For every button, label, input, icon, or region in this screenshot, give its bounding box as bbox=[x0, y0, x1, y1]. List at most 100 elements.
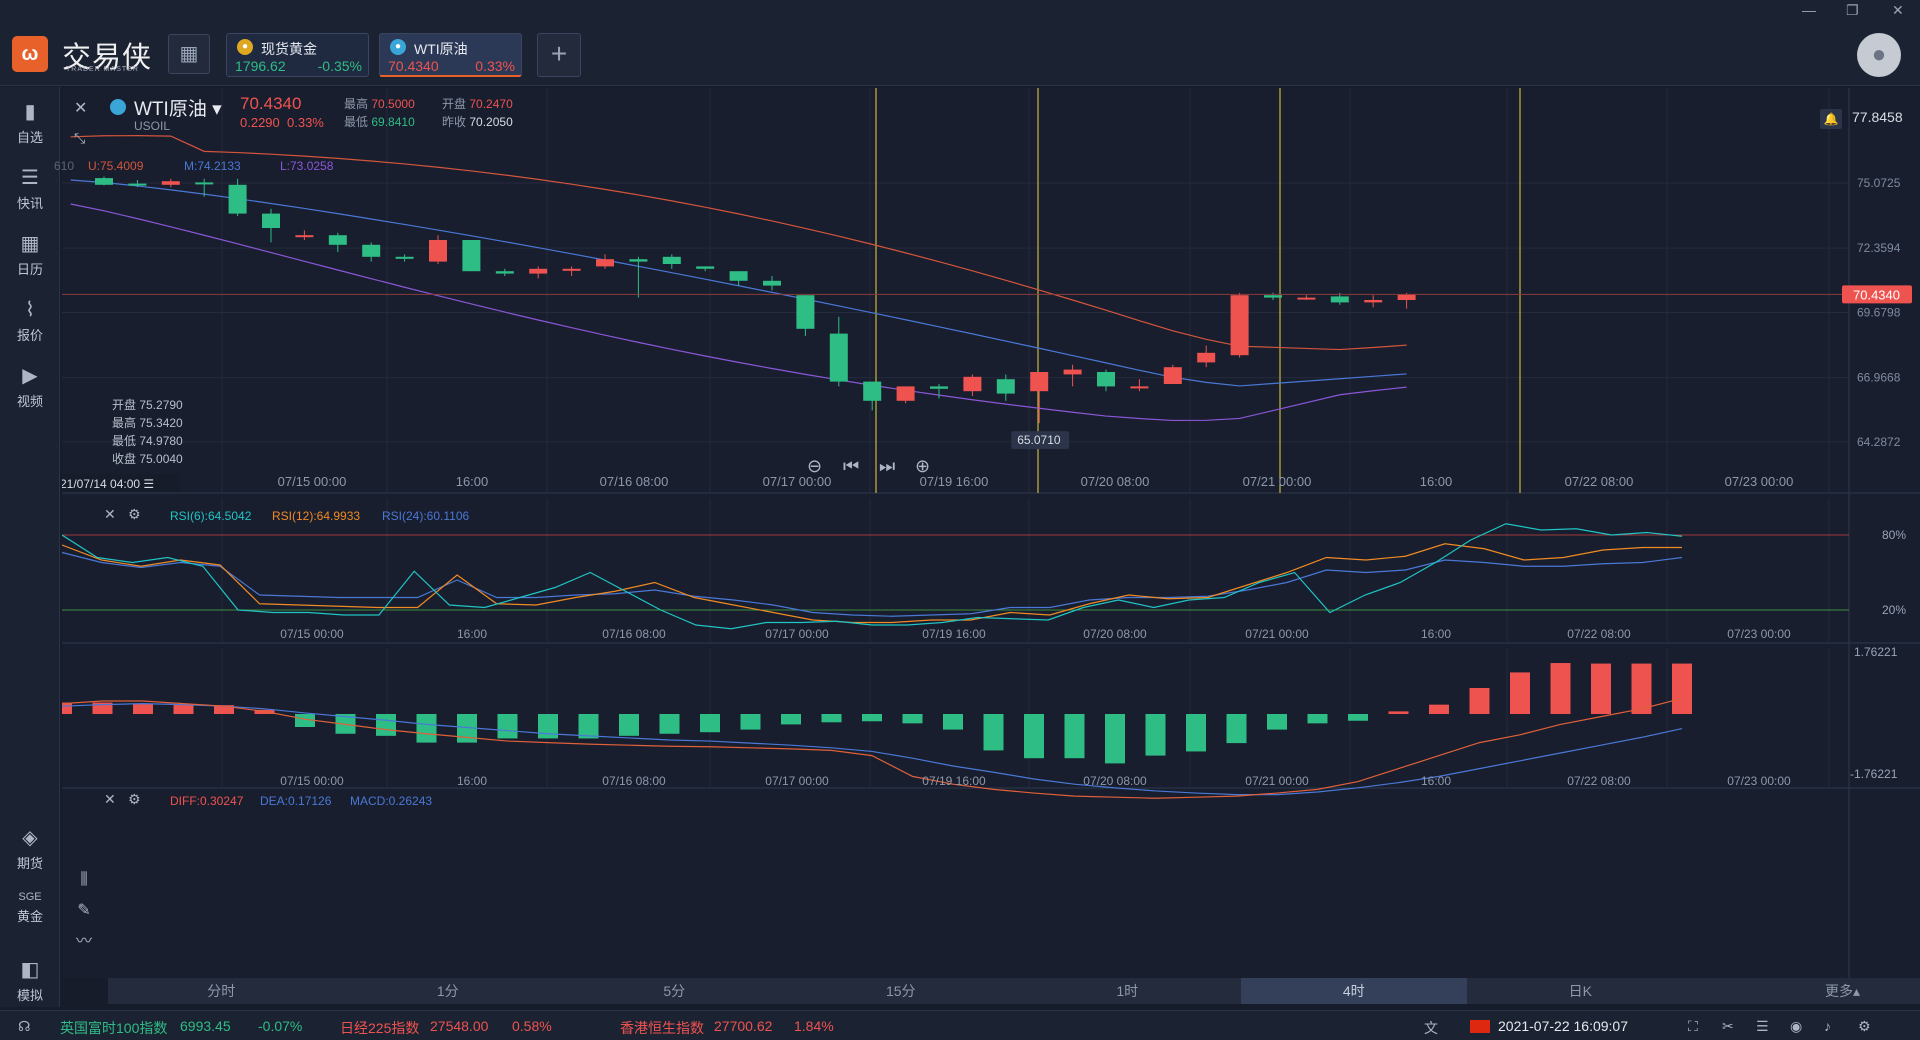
candle-body bbox=[161, 181, 180, 185]
chart-area: 75.0725 72.3594 69.6798 66.9668 64.2872 70.43… bbox=[54, 88, 1920, 1004]
sidebar-item-gold[interactable]: SGE 黄金 bbox=[0, 891, 60, 925]
sidebar-item-futures[interactable]: ◈ 期货 bbox=[0, 825, 60, 872]
macd-bar bbox=[740, 714, 761, 730]
candle-body bbox=[495, 271, 514, 274]
oil-icon: ● bbox=[390, 39, 406, 55]
gold-icon: SGE bbox=[18, 891, 42, 903]
sidebar-item-video[interactable]: ▶ 视频 bbox=[0, 363, 60, 410]
instrument-code: USOIL bbox=[134, 119, 171, 133]
skip-back-icon[interactable]: ⏮ bbox=[843, 456, 859, 477]
macd-time-label: 07/22 08:00 bbox=[1567, 774, 1631, 788]
macd-bar bbox=[1145, 714, 1166, 756]
wave-tool-icon[interactable]: 〰 bbox=[72, 930, 96, 954]
sidebar-item-simulate[interactable]: ◧ 模拟 bbox=[0, 957, 60, 1004]
sidebar-item-calendar[interactable]: ▦ 日历 bbox=[0, 231, 60, 278]
period-tab[interactable]: 15分 bbox=[788, 978, 1015, 1004]
ticker-ftse-price: 6993.45 bbox=[180, 1018, 231, 1034]
period-tab[interactable]: 分时 bbox=[108, 978, 335, 1004]
news-icon: ☰ bbox=[21, 167, 39, 189]
minimize-icon[interactable]: — bbox=[1802, 2, 1816, 18]
settings-icon[interactable]: ⚙ bbox=[1858, 1018, 1871, 1035]
macd-bar bbox=[862, 714, 882, 722]
candle-body bbox=[930, 386, 948, 389]
macd-settings-icon[interactable]: ⚙ bbox=[128, 791, 141, 808]
close-macd-icon[interactable]: ✕ bbox=[104, 791, 116, 808]
period-tab[interactable]: 4时 bbox=[1240, 978, 1467, 1004]
sidebar-item-bookmark[interactable]: ▮ 自选 bbox=[0, 99, 60, 146]
rsi-time-label: 07/22 08:00 bbox=[1567, 627, 1631, 641]
bell-icon[interactable]: 🔔 bbox=[1820, 109, 1842, 129]
indicator-icon[interactable]: ⫼ bbox=[72, 868, 96, 892]
dea-label: DEA:0.17126 bbox=[260, 794, 332, 808]
clock-datetime: 2021-07-22 16:09:07 bbox=[1498, 1018, 1628, 1034]
camera-icon[interactable]: ◉ bbox=[1790, 1018, 1802, 1035]
time-axis-label: 16:00 bbox=[456, 474, 489, 489]
ticker-hsi-name[interactable]: 香港恒生指数 bbox=[620, 1018, 704, 1038]
candle-body bbox=[1397, 294, 1416, 300]
macd-bar bbox=[781, 714, 801, 725]
diff-label: DIFF:0.30247 bbox=[170, 794, 244, 808]
list-icon[interactable]: ☰ bbox=[1756, 1018, 1769, 1035]
tab-wti-price: 70.4340 bbox=[388, 58, 439, 74]
tab-wti-change: 0.33% bbox=[475, 58, 515, 74]
sidebar-item-quote[interactable]: ⌇ 报价 bbox=[0, 297, 60, 344]
fullscreen-icon[interactable]: ⛶ bbox=[1688, 1018, 1698, 1035]
macd-time-label: 07/15 00:00 bbox=[280, 774, 344, 788]
high-value: 最高 70.5000 bbox=[344, 97, 415, 111]
restore-icon[interactable]: ❐ bbox=[1846, 2, 1859, 19]
candle-body bbox=[362, 244, 381, 257]
candle-body bbox=[963, 376, 982, 392]
candle-body bbox=[796, 295, 815, 329]
headset-icon[interactable]: ☊ bbox=[18, 1018, 30, 1035]
macd-bar bbox=[983, 714, 1004, 751]
candle-body bbox=[295, 235, 314, 238]
tab-wti[interactable]: ● WTI原油 70.4340 0.33% bbox=[379, 33, 522, 77]
macd-bar bbox=[619, 714, 639, 736]
ticker-ftse-name[interactable]: 英国富时100指数 bbox=[60, 1018, 167, 1038]
price-axis-label: 64.2872 bbox=[1857, 435, 1901, 449]
gold-icon: ● bbox=[237, 39, 253, 55]
period-tab[interactable]: 更多▴ bbox=[1694, 978, 1920, 1004]
candle-body bbox=[1063, 369, 1082, 375]
add-tab-button[interactable]: + bbox=[537, 33, 581, 77]
tab-gold-name: 现货黄金 bbox=[261, 41, 317, 57]
macd-bar bbox=[497, 714, 518, 739]
close-icon[interactable]: ✕ bbox=[1892, 2, 1904, 19]
mute-icon[interactable]: ♪ bbox=[1824, 1018, 1831, 1034]
low-value: 最低 69.8410 bbox=[344, 115, 415, 129]
china-flag-icon bbox=[1470, 1020, 1490, 1033]
macd-bar bbox=[700, 714, 720, 733]
translate-icon[interactable]: 文 bbox=[1424, 1018, 1438, 1038]
candle-body bbox=[1030, 372, 1049, 392]
skip-forward-icon[interactable]: ⏭ bbox=[879, 456, 895, 477]
candle-body bbox=[328, 235, 347, 245]
candle-body bbox=[462, 240, 481, 272]
candle-body bbox=[228, 184, 247, 214]
rsi-settings-icon[interactable]: ⚙ bbox=[128, 506, 141, 523]
tools-icon[interactable]: ✂ bbox=[1722, 1018, 1734, 1035]
sidebar-item-news[interactable]: ☰ 快讯 bbox=[0, 165, 60, 212]
period-tab[interactable]: 1时 bbox=[1014, 978, 1241, 1004]
macd-bar bbox=[376, 714, 396, 736]
expand-icon[interactable]: ⤡ bbox=[74, 130, 85, 147]
period-tab[interactable]: 日K bbox=[1467, 978, 1694, 1004]
candle-body bbox=[128, 183, 147, 186]
candle-body bbox=[896, 386, 915, 401]
avatar[interactable]: ● bbox=[1857, 33, 1901, 77]
sidebar-item-label: 模拟 bbox=[16, 988, 43, 1003]
candle-body bbox=[529, 268, 548, 274]
chart-canvas[interactable]: 75.0725 72.3594 69.6798 66.9668 64.2872 70.43… bbox=[62, 88, 1920, 978]
close-chart-icon[interactable]: ✕ bbox=[74, 98, 87, 118]
time-axis-label: 07/19 16:00 bbox=[920, 474, 989, 489]
macd-time-label: 07/20 08:00 bbox=[1083, 774, 1147, 788]
candle-body bbox=[662, 256, 681, 264]
period-tab[interactable]: 1分 bbox=[335, 978, 562, 1004]
period-tab[interactable]: 5分 bbox=[561, 978, 788, 1004]
instrument-name[interactable]: WTI原油 ▾ bbox=[134, 94, 222, 121]
layout-grid-button[interactable]: ▦ bbox=[168, 34, 210, 74]
candle-body bbox=[829, 333, 848, 382]
ticker-nikkei-name[interactable]: 日经225指数 bbox=[340, 1018, 419, 1038]
draw-tool-icon[interactable]: ✎ bbox=[72, 899, 96, 923]
close-rsi-icon[interactable]: ✕ bbox=[104, 506, 116, 523]
tab-gold[interactable]: ● 现货黄金 1796.62 -0.35% bbox=[226, 33, 369, 77]
